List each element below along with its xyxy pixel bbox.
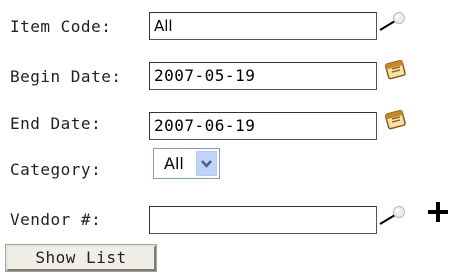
end-date-label: End Date: bbox=[10, 114, 102, 133]
vendor-field[interactable] bbox=[149, 206, 377, 234]
end-date-field[interactable]: 2007-06-19 bbox=[149, 112, 377, 140]
category-label: Category: bbox=[10, 160, 102, 179]
lookup-icon[interactable] bbox=[378, 8, 406, 36]
begin-date-calendar-icon[interactable] bbox=[384, 58, 408, 82]
begin-date-label: Begin Date: bbox=[10, 67, 122, 86]
end-date-calendar-icon[interactable] bbox=[384, 108, 408, 132]
category-select[interactable]: All bbox=[153, 148, 220, 179]
vendor-label: Vendor #: bbox=[10, 210, 102, 229]
category-selected-value: All bbox=[164, 154, 184, 173]
chevron-down-icon[interactable] bbox=[196, 151, 217, 176]
vendor-lookup-icon[interactable] bbox=[378, 202, 406, 230]
item-code-field[interactable]: All bbox=[149, 12, 377, 40]
show-list-button[interactable]: Show List bbox=[5, 244, 157, 272]
plus-icon[interactable] bbox=[425, 199, 451, 225]
item-code-label: Item Code: bbox=[10, 17, 112, 36]
begin-date-field[interactable]: 2007-05-19 bbox=[149, 62, 377, 90]
